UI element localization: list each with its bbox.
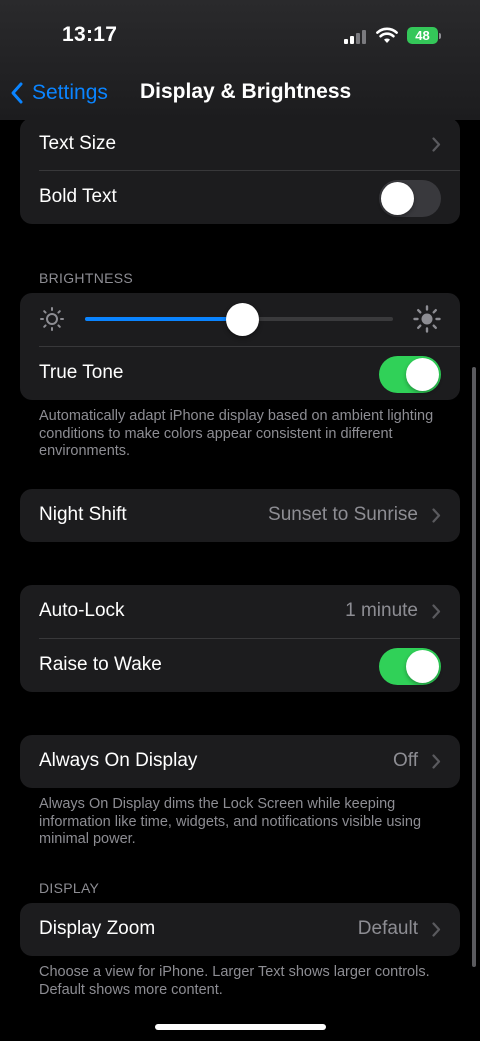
brightness-slider[interactable] [85,303,393,336]
raise-to-wake-toggle[interactable] [379,648,441,685]
always-on-footnote: Always On Display dims the Lock Screen w… [39,796,422,847]
brightness-slider-fill [85,317,243,321]
status-time: 13:17 [62,23,118,46]
brightness-group: True Tone [20,293,460,400]
display-zoom-label: Display Zoom [39,918,156,939]
true-tone-toggle[interactable] [379,356,441,393]
chevron-right-icon [432,508,441,523]
page-title: Display & Brightness [140,80,352,103]
true-tone-label: True Tone [39,362,124,383]
toggle-knob [406,650,439,683]
true-tone-row: True Tone [20,347,460,400]
display-zoom-footnote: Choose a view for iPhone. Larger Text sh… [39,964,430,998]
wifi-icon [376,27,398,43]
toggle-knob [406,358,439,391]
night-shift-value: Sunset to Sunrise [268,504,418,525]
night-shift-label: Night Shift [39,504,127,525]
display-group: Display Zoom Default [20,903,460,956]
always-on-display-value: Off [393,750,418,771]
brightness-slider-thumb[interactable] [225,303,259,336]
text-settings-group: Text Size Bold Text [20,118,460,224]
brightness-section-header: BRIGHTNESS [39,270,134,286]
auto-lock-value: 1 minute [345,600,418,621]
night-shift-group: Night Shift Sunset to Sunrise [20,489,460,542]
text-size-label: Text Size [39,133,117,154]
display-zoom-row[interactable]: Display Zoom Default [20,903,460,956]
always-on-display-row[interactable]: Always On Display Off [20,735,460,788]
auto-lock-label: Auto-Lock [39,600,125,621]
battery-level: 48 [407,27,438,44]
display-zoom-value: Default [357,918,418,939]
brightness-slider-row [20,293,460,346]
display-section-header: DISPLAY [39,880,100,896]
back-button[interactable]: Settings [10,78,108,108]
text-size-row[interactable]: Text Size [20,118,460,171]
cellular-signal-icon [344,28,370,44]
home-indicator[interactable] [155,1024,326,1030]
scrollbar[interactable] [472,367,476,967]
night-shift-row[interactable]: Night Shift Sunset to Sunrise [20,489,460,542]
lock-group: Auto-Lock 1 minute Raise to Wake [20,585,460,692]
back-label: Settings [32,81,108,104]
navigation-header: 13:17 48 Settings Display & Brightness [0,0,480,120]
chevron-right-icon [432,604,441,619]
raise-to-wake-row: Raise to Wake [20,639,460,692]
always-on-group: Always On Display Off [20,735,460,788]
chevron-left-icon [11,82,23,104]
chevron-right-icon [432,922,441,937]
raise-to-wake-label: Raise to Wake [39,654,162,675]
sun-small-icon [40,307,64,331]
true-tone-footnote: Automatically adapt iPhone display based… [39,408,434,459]
always-on-display-label: Always On Display [39,750,198,771]
bold-text-row: Bold Text [20,171,460,224]
bold-text-label: Bold Text [39,186,117,207]
auto-lock-row[interactable]: Auto-Lock 1 minute [20,585,460,638]
chevron-right-icon [432,137,441,152]
chevron-right-icon [432,754,441,769]
battery-cap [439,33,441,39]
bold-text-toggle[interactable] [379,180,441,217]
sun-large-icon [413,305,441,333]
toggle-knob [381,182,414,215]
